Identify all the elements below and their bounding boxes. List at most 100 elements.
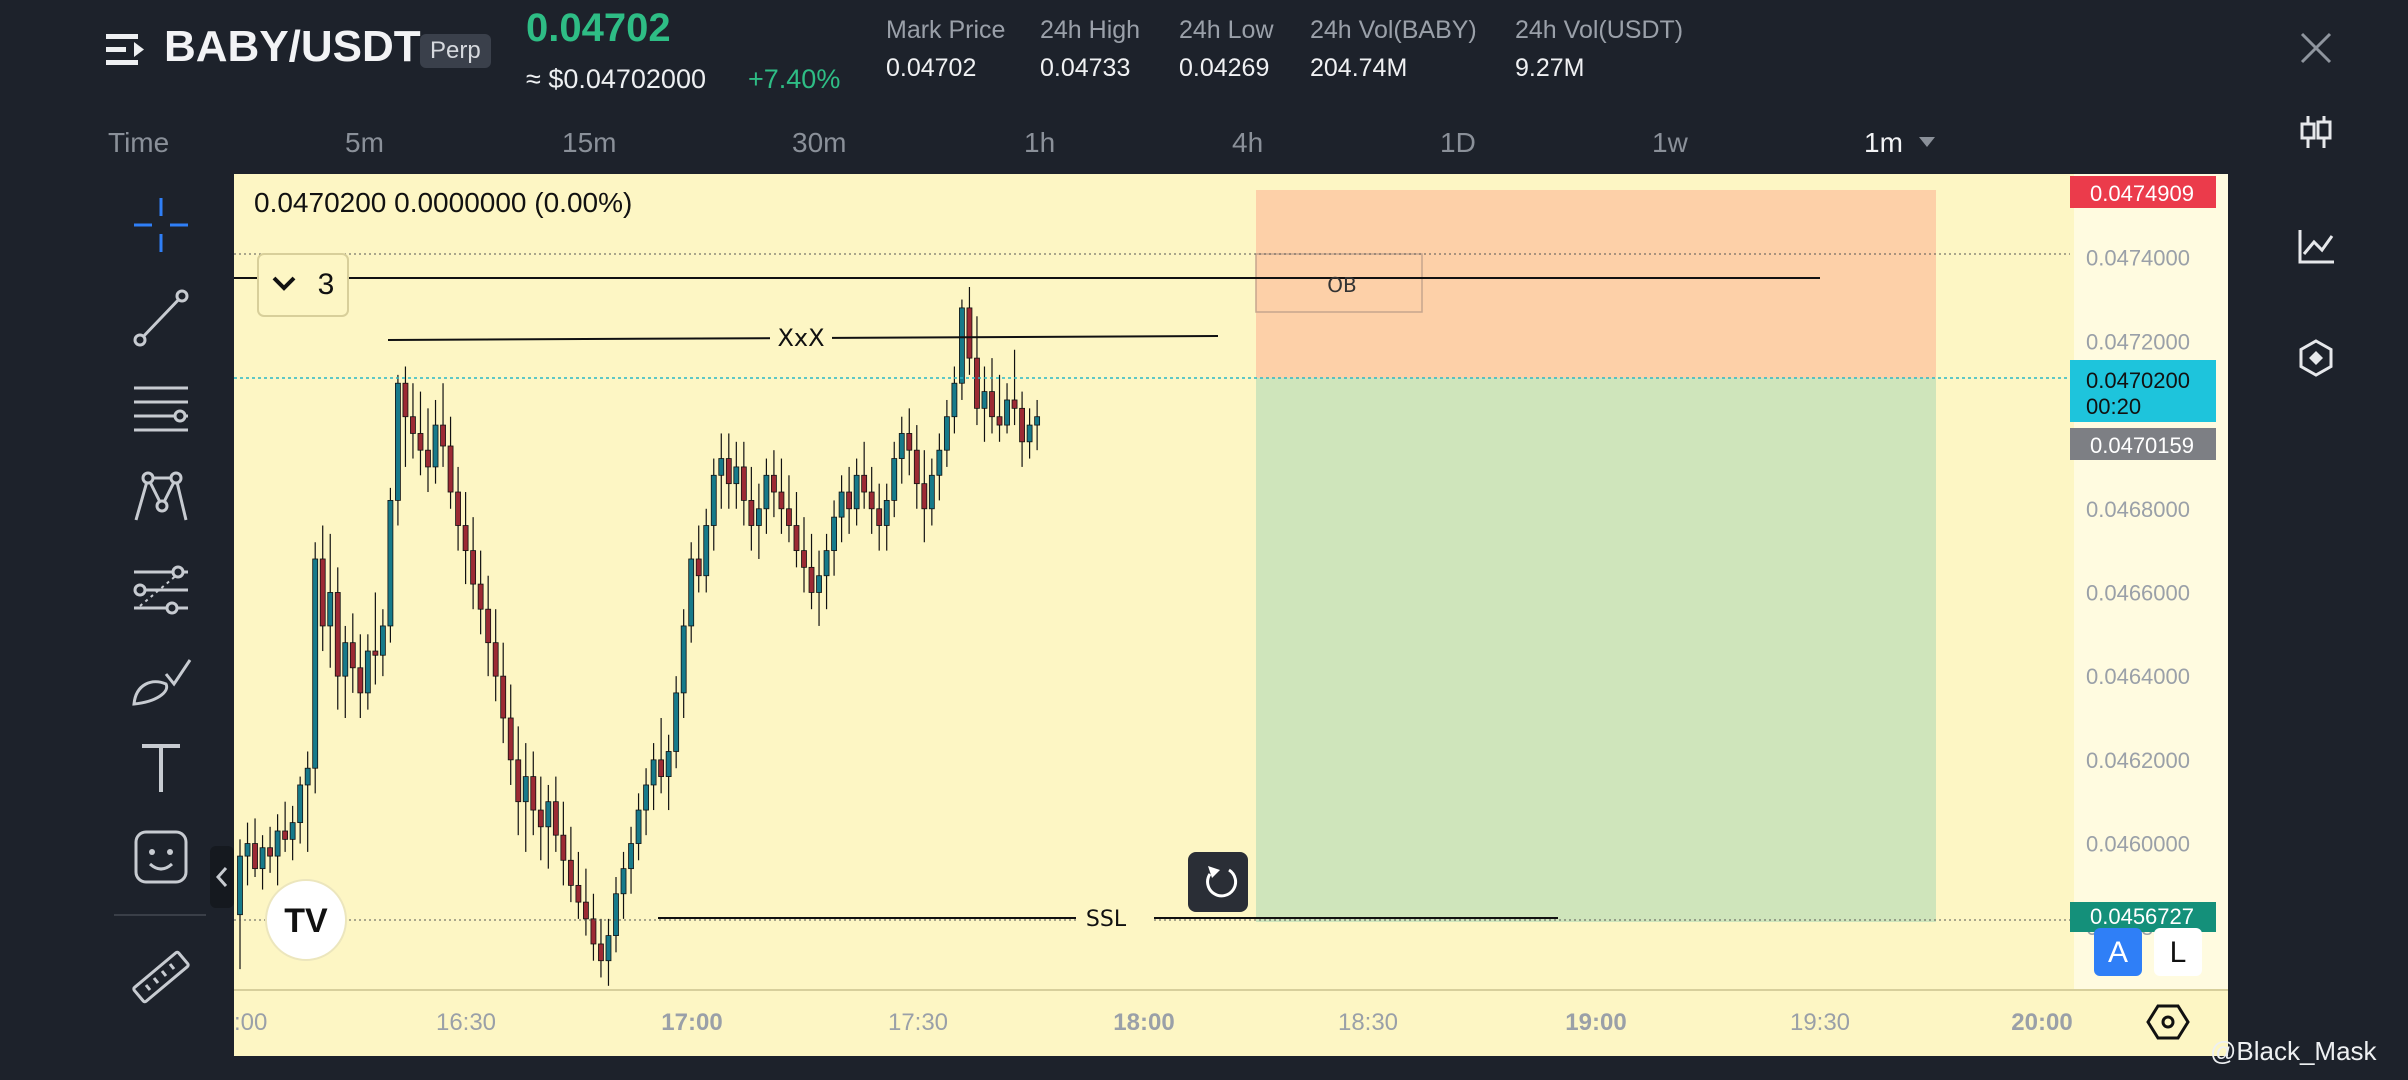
pair-title[interactable]: BABY/USDT bbox=[164, 22, 421, 72]
candle[interactable] bbox=[1011, 399, 1018, 409]
tf-5m[interactable]: 5m bbox=[345, 127, 384, 159]
menu-icon[interactable] bbox=[104, 30, 148, 70]
layers-icon[interactable] bbox=[2296, 338, 2336, 378]
candle[interactable] bbox=[748, 499, 755, 526]
candle[interactable] bbox=[959, 307, 965, 384]
pattern-icon[interactable] bbox=[126, 462, 196, 532]
candle[interactable] bbox=[891, 458, 898, 501]
candle[interactable] bbox=[537, 809, 544, 828]
candle[interactable] bbox=[876, 508, 883, 526]
candle[interactable] bbox=[432, 424, 439, 468]
candle[interactable] bbox=[688, 558, 695, 627]
candle[interactable] bbox=[755, 508, 762, 526]
brush-icon[interactable] bbox=[126, 644, 196, 714]
candle[interactable] bbox=[650, 759, 657, 786]
candle[interactable] bbox=[703, 525, 710, 577]
candle[interactable] bbox=[455, 491, 461, 526]
tf-1d[interactable]: 1D bbox=[1440, 127, 1476, 159]
candle[interactable] bbox=[349, 642, 356, 669]
candle[interactable] bbox=[252, 843, 258, 870]
chevron-left-icon[interactable] bbox=[214, 866, 230, 888]
close-icon[interactable] bbox=[2296, 28, 2336, 68]
candle[interactable] bbox=[771, 474, 777, 493]
candle[interactable] bbox=[605, 935, 612, 962]
candle[interactable] bbox=[816, 575, 822, 593]
tf-15m[interactable]: 15m bbox=[562, 127, 616, 159]
candle[interactable] bbox=[778, 491, 785, 510]
candle[interactable] bbox=[410, 416, 416, 434]
candle[interactable] bbox=[470, 550, 477, 585]
tf-time[interactable]: Time bbox=[108, 127, 169, 159]
candle[interactable] bbox=[906, 433, 913, 451]
candle[interactable] bbox=[793, 525, 800, 552]
indicator-toggle[interactable] bbox=[257, 253, 349, 317]
candle[interactable] bbox=[1026, 424, 1033, 443]
candle[interactable] bbox=[545, 801, 552, 828]
candle[interactable] bbox=[898, 433, 905, 459]
candle[interactable] bbox=[808, 566, 815, 593]
indicator-icon[interactable] bbox=[2296, 226, 2336, 266]
tf-1m[interactable]: 1m bbox=[1864, 127, 1903, 159]
candle[interactable] bbox=[304, 767, 311, 786]
candle[interactable] bbox=[552, 801, 559, 836]
candle[interactable] bbox=[733, 466, 740, 485]
tf-30m[interactable]: 30m bbox=[792, 127, 846, 159]
candle[interactable] bbox=[981, 391, 988, 409]
candle[interactable] bbox=[530, 776, 537, 811]
candle[interactable] bbox=[462, 525, 469, 552]
candle[interactable] bbox=[673, 692, 680, 752]
candle[interactable] bbox=[583, 901, 589, 920]
candle[interactable] bbox=[387, 499, 394, 627]
trendline-icon[interactable] bbox=[126, 282, 196, 352]
candle[interactable] bbox=[259, 847, 266, 870]
text-icon[interactable] bbox=[126, 732, 196, 802]
candle[interactable] bbox=[823, 550, 830, 577]
candle[interactable] bbox=[500, 675, 507, 719]
candle[interactable] bbox=[327, 592, 334, 627]
candle[interactable] bbox=[936, 449, 943, 476]
candle[interactable] bbox=[628, 843, 634, 870]
candle[interactable] bbox=[575, 884, 582, 903]
candle[interactable] bbox=[379, 625, 386, 656]
candle[interactable] bbox=[801, 550, 807, 568]
candle[interactable] bbox=[567, 859, 574, 886]
candle[interactable] bbox=[928, 474, 935, 510]
candle[interactable] bbox=[522, 776, 529, 803]
candle[interactable] bbox=[665, 751, 672, 777]
candle[interactable] bbox=[515, 759, 522, 803]
candle[interactable] bbox=[974, 357, 980, 409]
candle[interactable] bbox=[921, 483, 928, 510]
candle[interactable] bbox=[440, 424, 446, 447]
candle[interactable] bbox=[913, 449, 920, 485]
candle[interactable] bbox=[695, 558, 702, 577]
candle[interactable] bbox=[966, 307, 973, 359]
candle[interactable] bbox=[492, 642, 499, 677]
candle[interactable] bbox=[274, 830, 281, 857]
crosshair-icon[interactable] bbox=[126, 190, 196, 260]
candle[interactable] bbox=[297, 784, 304, 824]
candle[interactable] bbox=[1019, 407, 1025, 443]
candle[interactable] bbox=[658, 759, 665, 777]
candle[interactable] bbox=[680, 625, 687, 694]
candle[interactable] bbox=[883, 499, 890, 526]
candle[interactable] bbox=[868, 491, 875, 510]
candle[interactable] bbox=[560, 834, 567, 861]
reward-zone[interactable] bbox=[1256, 378, 1936, 922]
candle[interactable] bbox=[312, 558, 319, 769]
candle[interactable] bbox=[853, 474, 860, 510]
candle[interactable] bbox=[943, 416, 950, 451]
candle[interactable] bbox=[342, 642, 349, 677]
candle[interactable] bbox=[319, 558, 326, 627]
candle[interactable] bbox=[838, 491, 845, 518]
candle[interactable] bbox=[372, 650, 379, 656]
candlestick-icon[interactable] bbox=[2296, 112, 2336, 152]
price-chart[interactable]: XxX OB SSL 0.0470200 0.0000000 (0.00%) 3… bbox=[234, 174, 2228, 1056]
candle[interactable] bbox=[244, 843, 251, 857]
candle[interactable] bbox=[417, 433, 424, 451]
candle[interactable] bbox=[402, 382, 409, 418]
candle[interactable] bbox=[725, 458, 732, 485]
candle[interactable] bbox=[237, 855, 243, 916]
tf-1w[interactable]: 1w bbox=[1652, 127, 1688, 159]
candle[interactable] bbox=[477, 583, 484, 610]
candle[interactable] bbox=[718, 458, 725, 476]
